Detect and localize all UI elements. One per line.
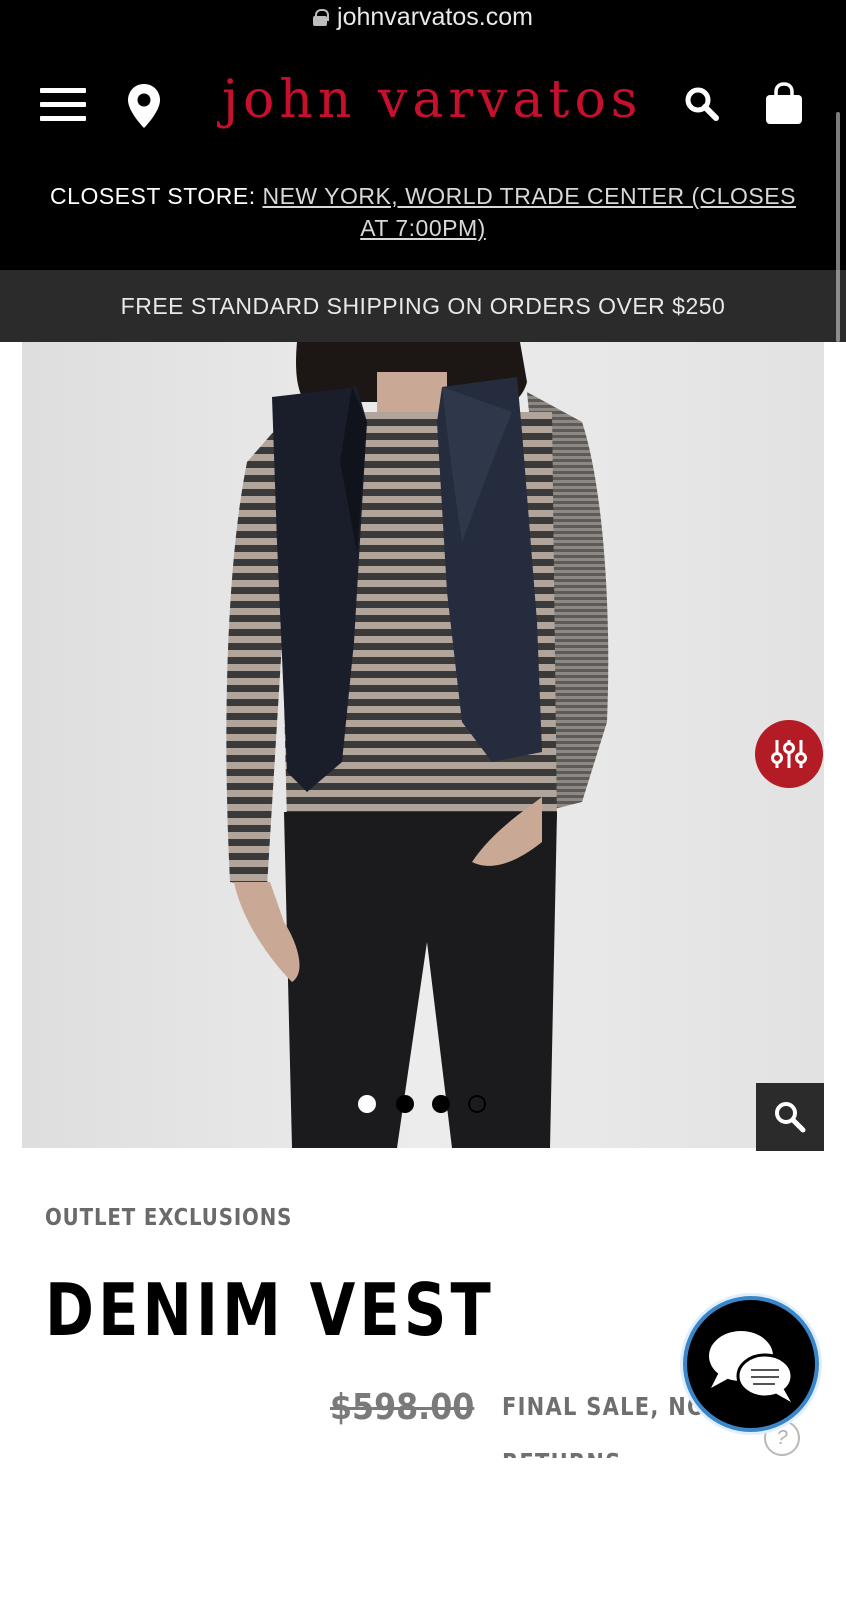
header-nav: john varvatos (0, 60, 846, 150)
product-photo (22, 342, 824, 1148)
pagination-dot[interactable] (396, 1095, 414, 1113)
pagination-dot-active[interactable] (358, 1095, 376, 1113)
location-pin-icon[interactable] (126, 82, 162, 130)
gallery-pagination (358, 1095, 488, 1115)
shipping-banner: FREE STANDARD SHIPPING ON ORDERS OVER $2… (0, 270, 846, 342)
pagination-dot[interactable] (432, 1095, 450, 1113)
final-sale-note: FINAL SALE, NO (502, 1392, 707, 1421)
scrollbar[interactable] (836, 112, 840, 342)
closest-store-label: CLOSEST STORE: (50, 183, 256, 209)
closest-store-link[interactable]: NEW YORK, WORLD TRADE CENTER (CLOSES AT … (262, 183, 795, 241)
zoom-icon[interactable] (756, 1083, 824, 1151)
url-text: johnvarvatos.com (337, 2, 533, 31)
shopping-bag-icon[interactable] (764, 82, 804, 126)
site-header: johnvarvatos.com john varvatos CLOSEST S… (0, 0, 846, 270)
search-icon[interactable] (682, 84, 722, 124)
filter-sliders-icon[interactable] (755, 720, 823, 788)
lock-icon (313, 8, 330, 26)
page-cutoff (0, 1458, 846, 1600)
closest-store: CLOSEST STORE: NEW YORK, WORLD TRADE CEN… (40, 180, 806, 244)
product-title: DENIM VEST (45, 1268, 495, 1352)
product-price: $598.00 (330, 1387, 475, 1428)
pagination-dot[interactable] (468, 1095, 486, 1113)
chat-bubbles-icon[interactable] (683, 1296, 819, 1432)
product-image-gallery[interactable] (22, 342, 824, 1148)
brand-logo[interactable]: john varvatos (222, 70, 637, 140)
browser-url-bar[interactable]: johnvarvatos.com (0, 0, 846, 34)
product-category[interactable]: OUTLET EXCLUSIONS (45, 1205, 292, 1231)
final-sale-note-cont: RETURNS (502, 1448, 632, 1458)
menu-icon[interactable] (40, 88, 86, 122)
